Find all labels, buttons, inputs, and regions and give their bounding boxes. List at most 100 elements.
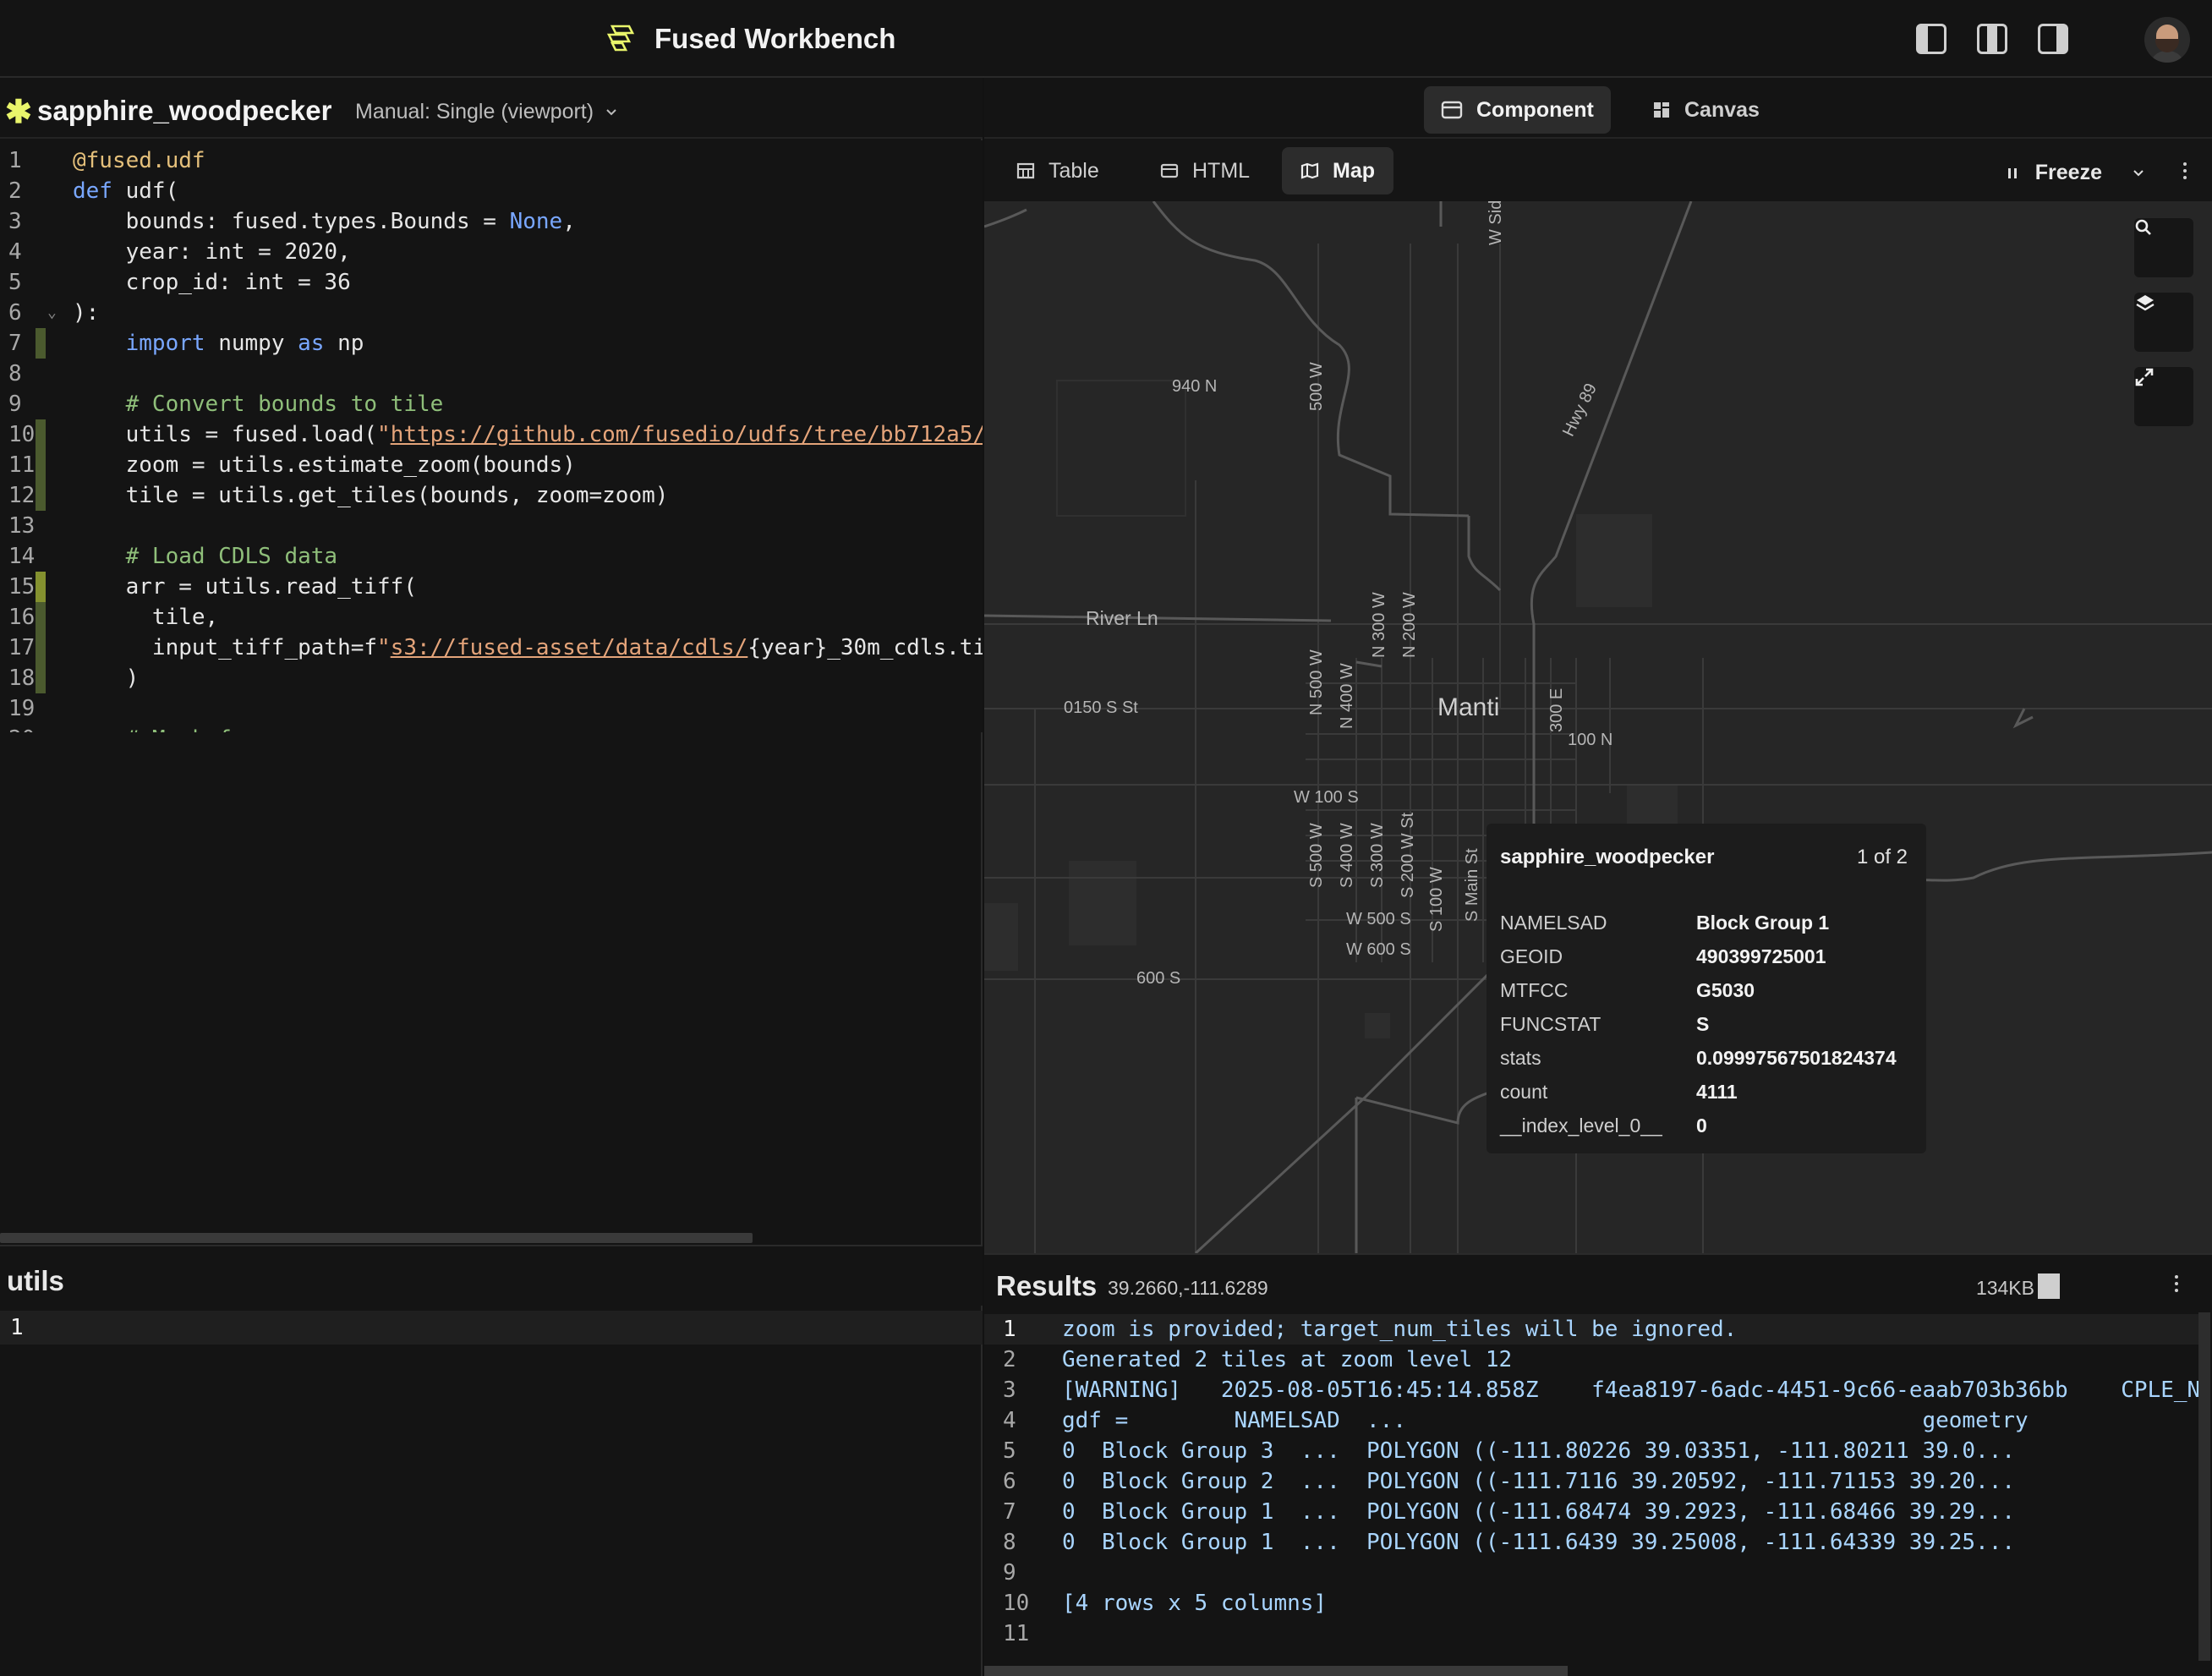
output-text: [WARNING] 2025-08-05T16:45:14.858Z f4ea8… (1062, 1377, 2198, 1403)
code-line[interactable]: 11 zoom = utils.estimate_zoom(bounds) (0, 450, 983, 480)
code-text: ): (73, 300, 100, 326)
code-line[interactable]: 19 (0, 693, 983, 724)
run-mode-dropdown[interactable]: Manual: Single (viewport) (355, 100, 617, 124)
code-line[interactable]: 17 input_tiff_path=f"s3://fused-asset/da… (0, 633, 983, 663)
change-marker (36, 450, 46, 480)
results-panel: Results 39.2660,-111.6289 134KB 1 zoom is… (984, 1253, 2212, 1676)
code-line[interactable]: 9 # Convert bounds to tile (0, 389, 983, 419)
code-line[interactable]: 2 def udf( (0, 176, 983, 206)
map-label-street: N 400 W (1338, 663, 1356, 729)
results-vertical-scrollbar[interactable] (2198, 1312, 2210, 1661)
code-line[interactable]: 13 (0, 511, 983, 541)
code-line[interactable]: 16 tile, (0, 602, 983, 633)
popup-counter[interactable]: 1 of 2 (1857, 846, 1908, 869)
change-marker (36, 663, 46, 693)
code-text: # Load CDLS data (73, 544, 338, 569)
code-line[interactable]: 20 # Mask for crop (0, 724, 983, 732)
line-number: 13 (8, 513, 36, 539)
map-label-street: N 200 W (1400, 592, 1419, 658)
tab-map[interactable]: Map (1282, 147, 1393, 194)
html-icon (1160, 163, 1179, 178)
output-line: 11 (984, 1618, 2198, 1649)
code-line[interactable]: 3 bounds: fused.types.Bounds = None, (0, 206, 983, 237)
line-number: 4 (1003, 1408, 1016, 1433)
code-line[interactable]: 6 ⌄): (0, 298, 983, 328)
code-line[interactable]: 7 import numpy as np (0, 328, 983, 359)
editor-horizontal-scrollbar[interactable] (0, 1233, 753, 1243)
layout-toggle-group (1916, 24, 2068, 54)
layout-right-panel-icon[interactable] (2038, 24, 2068, 54)
code-line[interactable]: 5 crop_id: int = 36 (0, 267, 983, 298)
code-line[interactable]: 8 (0, 359, 983, 389)
line-number: 9 (1003, 1560, 1016, 1586)
code-line[interactable]: 4 year: int = 2020, (0, 237, 983, 267)
code-text: crop_id: int = 36 (73, 270, 351, 295)
freeze-button[interactable]: Freeze (2007, 161, 2144, 185)
fused-logo-icon (606, 25, 635, 52)
results-more-icon[interactable] (2175, 1275, 2180, 1292)
code-text: tile = utils.get_tiles(bounds, zoom=zoom… (73, 483, 669, 508)
map-label-street: S 300 W (1368, 823, 1387, 888)
code-line[interactable]: 14 # Load CDLS data (0, 541, 983, 572)
tab-html[interactable]: HTML (1142, 147, 1268, 194)
utils-editor[interactable]: 1 (0, 1311, 983, 1345)
line-number: 18 (8, 665, 36, 691)
tab-component-label: Component (1476, 97, 1594, 122)
map-search-button[interactable] (2134, 218, 2193, 277)
map-icon (1300, 162, 1319, 179)
line-number: 20 (8, 724, 35, 732)
line-number: 19 (8, 696, 36, 721)
map-view[interactable]: W Sid 940 N 500 W Hwy 89 River Ln N 300 … (984, 201, 2212, 1253)
code-line[interactable]: 18 ) (0, 663, 983, 693)
code-line[interactable]: 10 utils = fused.load("https://github.co… (0, 419, 983, 450)
line-number: 16 (8, 605, 36, 630)
output-text: Generated 2 tiles at zoom level 12 (1062, 1347, 1513, 1372)
map-fullscreen-button[interactable] (2134, 367, 2193, 426)
layers-icon (2136, 295, 2155, 311)
line-number: 2 (1003, 1347, 1016, 1372)
line-number: 2 (8, 178, 22, 204)
code-editor[interactable]: 1 @fused.udf 2 def udf(3 bounds: fused.type… (0, 140, 983, 732)
results-output[interactable]: 1 zoom is provided; target_num_tiles will… (984, 1312, 2198, 1669)
output-text: 0 Block Group 3 ... POLYGON ((-111.80226… (1062, 1438, 2016, 1464)
map-layers-button[interactable] (2134, 293, 2193, 352)
code-text: tile, (73, 605, 219, 630)
output-line: 2 Generated 2 tiles at zoom level 12 (984, 1345, 2198, 1375)
code-text: bounds: fused.types.Bounds = None, (73, 209, 576, 234)
table-icon (1016, 162, 1035, 179)
code-line[interactable]: 1 @fused.udf (0, 145, 983, 176)
avatar[interactable] (2144, 17, 2190, 63)
tab-component[interactable]: Component (1424, 86, 1611, 134)
view-toolbar: Table HTML Map Freeze (984, 140, 2212, 200)
code-text: @fused.udf (73, 148, 205, 173)
code-panel: ✱ sapphire_woodpecker Manual: Single (vi… (0, 78, 983, 1676)
tab-table[interactable]: Table (998, 147, 1118, 194)
brand: Fused Workbench (604, 19, 895, 59)
code-line[interactable]: 15 arr = utils.read_tiff( (0, 572, 983, 602)
size-indicator-icon (2038, 1273, 2060, 1299)
line-number: 4 (8, 239, 22, 265)
code-text: def udf( (73, 178, 179, 204)
udf-name[interactable]: sapphire_woodpecker (37, 95, 331, 127)
output-line: 1 zoom is provided; target_num_tiles will… (984, 1314, 2198, 1345)
code-text: year: int = 2020, (73, 239, 351, 265)
tab-canvas[interactable]: Canvas (1635, 86, 1777, 134)
unsaved-indicator-icon: ✱ (5, 95, 32, 130)
chevron-down-icon[interactable] (2133, 169, 2144, 178)
line-number: 10 (8, 422, 36, 447)
feature-popup: sapphire_woodpecker 1 of 2 NAMELSAD Block… (1487, 824, 1926, 1153)
fold-chevron-icon[interactable]: ⌄ (47, 298, 57, 328)
layout-center-panel-icon[interactable] (1977, 24, 2007, 54)
map-label-street: 100 N (1568, 731, 1613, 749)
layout-left-panel-icon[interactable] (1916, 24, 1946, 54)
line-number: 15 (8, 574, 36, 600)
more-options-icon[interactable] (2183, 162, 2188, 179)
line-number: 8 (1003, 1530, 1016, 1555)
output-line: 6 0 Block Group 2 ... POLYGON ((-111.7116… (984, 1466, 2198, 1497)
code-line[interactable]: 12 tile = utils.get_tiles(bounds, zoom=z… (0, 480, 983, 511)
results-horizontal-scrollbar[interactable] (984, 1666, 1568, 1676)
line-number: 11 (8, 452, 36, 478)
output-line: 10 [4 rows x 5 columns] (984, 1588, 2198, 1618)
output-line: 4 gdf = NAMELSAD ... geometry (984, 1405, 2198, 1436)
output-text: 0 Block Group 1 ... POLYGON ((-111.6439 … (1062, 1530, 2016, 1555)
